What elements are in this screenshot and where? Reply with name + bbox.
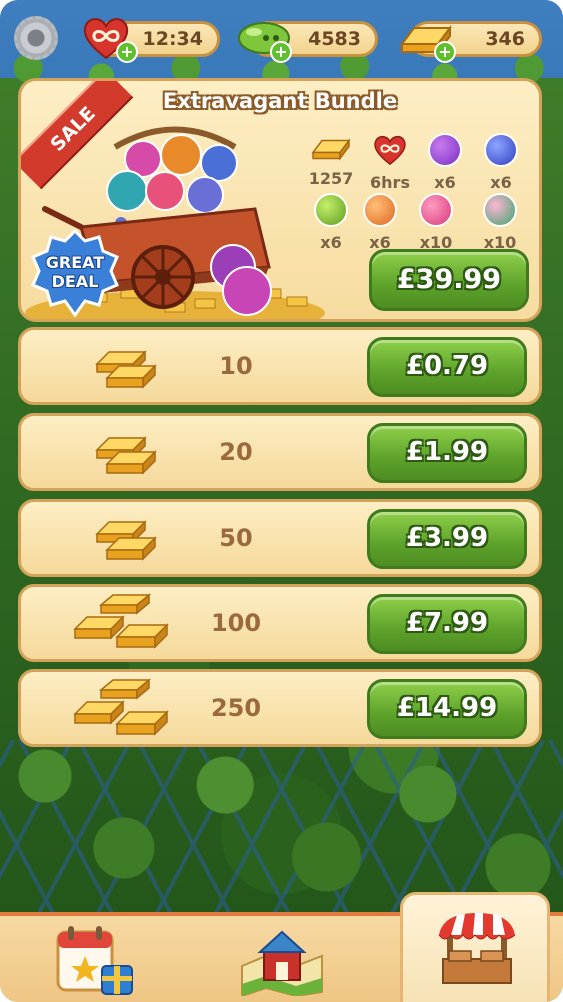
reward-lives: 6hrs (362, 133, 418, 192)
buy-gold-button[interactable]: £3.99 (367, 509, 527, 569)
great-deal-line1: GREAT (45, 253, 105, 272)
lives-value: 12:34 (142, 28, 203, 50)
extravagant-bundle-card: Extravagant Bundle SALE GREAT DEAL 1257 … (18, 78, 542, 322)
gold-bar-icon (95, 436, 157, 475)
game-screen: 12:34 + 4583 + 346 + Extravagant Bundle (0, 0, 563, 1002)
orange-booster-icon (363, 193, 397, 227)
nav-tab-shop[interactable] (400, 892, 550, 1002)
buy-gold-button[interactable]: £14.99 (367, 679, 527, 739)
buy-bundle-button[interactable]: £39.99 (369, 249, 529, 311)
beans-value: 4583 (308, 28, 361, 50)
calendar-gift-icon (56, 926, 133, 995)
gold-pack-row: 100 £7.99 (18, 584, 542, 662)
gear-icon[interactable] (14, 16, 58, 60)
gold-pack-row: 50 £3.99 (18, 499, 542, 577)
blue-booster-icon (484, 133, 518, 167)
nav-tab-map[interactable] (188, 916, 376, 1002)
reward-purple-booster: x6 (417, 133, 473, 192)
gold-bar-icon (311, 138, 351, 161)
add-gold-button[interactable]: + (434, 41, 456, 63)
infinite-heart-icon (374, 135, 406, 166)
reward-count: 1257 (308, 169, 354, 188)
reward-count: 6hrs (370, 173, 410, 192)
gold-amount: 50 (219, 524, 253, 552)
gold-amount: 20 (219, 438, 253, 466)
farm-map-icon (241, 930, 323, 996)
plus-one-booster-icon (314, 193, 348, 227)
reward-pink-green-booster: x10 (472, 193, 528, 252)
great-deal-line2: DEAL (51, 272, 99, 291)
gold-bar-icon (95, 350, 157, 389)
shop-stall-icon (438, 913, 516, 984)
pink-green-booster-icon (483, 193, 517, 227)
reward-count: x6 (434, 173, 456, 192)
gold-pile-icon (73, 593, 169, 649)
gold-pack-row: 10 £0.79 (18, 327, 542, 405)
reward-blue-booster: x6 (473, 133, 529, 192)
add-beans-button[interactable]: + (270, 41, 292, 63)
nav-tab-events[interactable] (0, 916, 188, 1002)
add-lives-button[interactable]: + (116, 41, 138, 63)
purple-booster-icon (428, 133, 462, 167)
gold-pile-icon (73, 678, 169, 736)
buy-gold-button[interactable]: £0.79 (367, 337, 527, 397)
reward-orange-booster: x6 (352, 193, 408, 252)
gold-pack-row: 250 £14.99 (18, 669, 542, 747)
great-deal-badge: GREAT DEAL (31, 229, 119, 317)
buy-gold-button[interactable]: £7.99 (367, 594, 527, 654)
bottom-nav (0, 892, 563, 1002)
reward-pink-flower-booster: x10 (408, 193, 464, 252)
gold-value: 346 (485, 28, 525, 50)
gold-pack-row: 20 £1.99 (18, 413, 542, 491)
reward-plus-one-booster: x6 (303, 193, 359, 252)
reward-count: x6 (320, 233, 342, 252)
reward-gold: 1257 (303, 133, 359, 188)
gold-amount: 100 (210, 609, 262, 637)
reward-count: x6 (490, 173, 512, 192)
gold-bar-icon (95, 520, 157, 561)
pink-flower-booster-icon (419, 193, 453, 227)
gold-amount: 250 (210, 694, 262, 722)
gold-amount: 10 (219, 352, 253, 380)
buy-gold-button[interactable]: £1.99 (367, 423, 527, 483)
